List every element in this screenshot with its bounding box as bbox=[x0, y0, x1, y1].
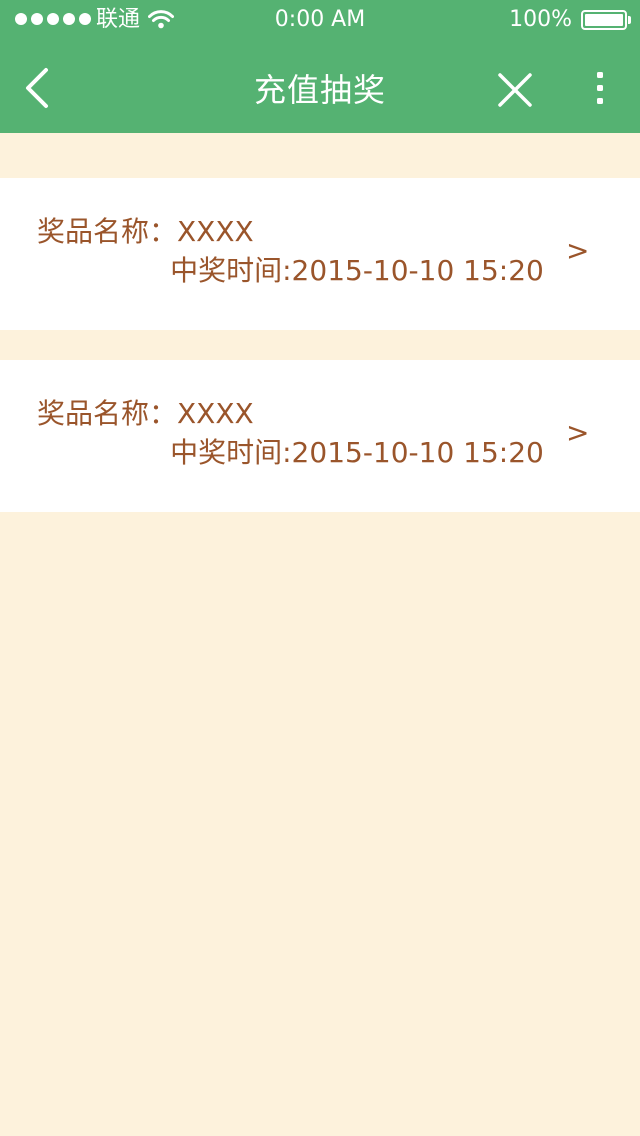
top-bar: 联通 0:00 AM 100% 充值抽奖 bbox=[0, 0, 640, 133]
prize-name: 奖品名称：XXXX bbox=[37, 215, 254, 248]
chevron-left-icon bbox=[26, 68, 48, 108]
prize-record-item[interactable]: 奖品名称：XXXX 中奖时间:2015-10-10 15:20 > bbox=[0, 178, 640, 330]
more-vertical-icon bbox=[597, 72, 603, 104]
battery-percent: 100% bbox=[509, 7, 572, 32]
battery-icon bbox=[581, 10, 631, 30]
close-button[interactable] bbox=[493, 68, 537, 112]
prize-record-item[interactable]: 奖品名称：XXXX 中奖时间:2015-10-10 15:20 > bbox=[0, 360, 640, 512]
chevron-right-icon: > bbox=[566, 416, 590, 449]
close-icon bbox=[498, 73, 532, 107]
more-button[interactable] bbox=[584, 66, 616, 110]
prize-name: 奖品名称：XXXX bbox=[37, 397, 254, 430]
win-time: 中奖时间:2015-10-10 15:20 bbox=[170, 436, 544, 469]
back-button[interactable] bbox=[18, 66, 58, 110]
win-time: 中奖时间:2015-10-10 15:20 bbox=[170, 254, 544, 287]
page-title: 充值抽奖 bbox=[253, 71, 386, 109]
nav-bar: 充值抽奖 bbox=[0, 44, 640, 133]
prize-record-list: 奖品名称：XXXX 中奖时间:2015-10-10 15:20 > 奖品名称：X… bbox=[0, 178, 640, 512]
status-bar: 联通 0:00 AM 100% bbox=[0, 0, 640, 40]
chevron-right-icon: > bbox=[566, 234, 590, 267]
